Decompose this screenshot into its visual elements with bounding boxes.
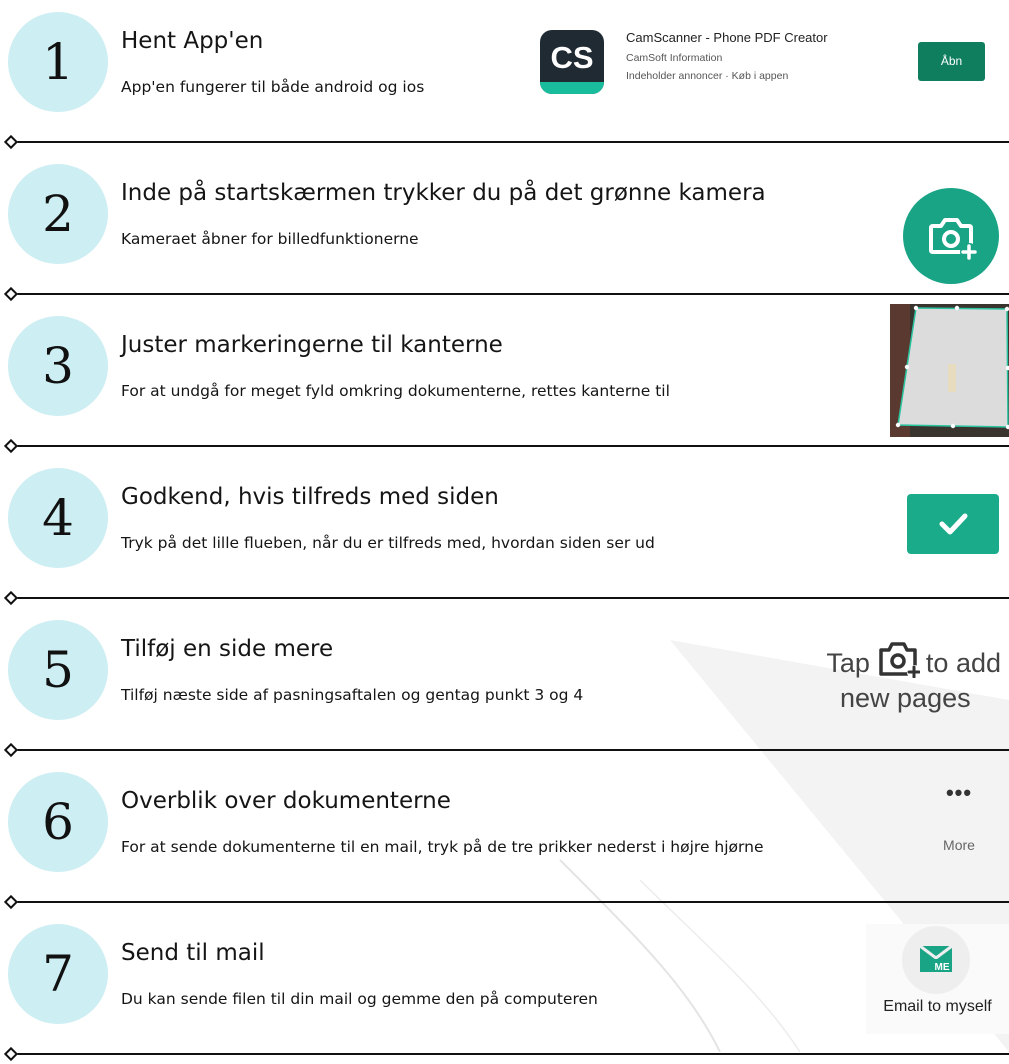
checkmark-icon — [939, 513, 968, 535]
step-divider — [10, 293, 1009, 295]
step-number-circle: 3 — [8, 316, 108, 416]
step-number: 2 — [42, 185, 74, 243]
step-number: 5 — [42, 641, 74, 699]
add-pages-hint: Tap to add — [826, 640, 1001, 685]
step-number-circle: 1 — [8, 12, 108, 112]
step-number-circle: 2 — [8, 164, 108, 264]
step-divider — [10, 445, 1009, 447]
more-label[interactable]: More — [929, 837, 989, 853]
step-2: 2 Inde på startskærmen trykker du på det… — [0, 152, 1009, 304]
step-4: 4 Godkend, hvis tilfreds med siden Tryk … — [0, 456, 1009, 608]
step-number-circle: 7 — [8, 924, 108, 1024]
step-number-circle: 4 — [8, 468, 108, 568]
step-description: For at sende dokumenterne til en mail, t… — [121, 838, 764, 856]
green-camera-button[interactable] — [903, 188, 999, 284]
step-title: Overblik over dokumenterne — [121, 788, 451, 814]
step-divider — [10, 749, 1009, 751]
step-1: 1 Hent App'en App'en fungerer til både a… — [0, 0, 1009, 152]
step-7: 7 Send til mail Du kan sende filen til d… — [0, 912, 1009, 1064]
step-title: Hent App'en — [121, 28, 264, 54]
step-divider — [10, 597, 1009, 599]
step-description: For at undgå for meget fyld omkring doku… — [121, 382, 670, 400]
mail-me-text: ME — [935, 962, 950, 973]
open-app-button[interactable]: Åbn — [918, 42, 985, 81]
camscanner-app-icon[interactable]: CS — [540, 30, 604, 94]
step-6: 6 Overblik over dokumenterne For at send… — [0, 760, 1009, 912]
app-icon-text: CS — [550, 40, 594, 75]
step-number-circle: 5 — [8, 620, 108, 720]
email-to-myself-action[interactable]: ME Email to myself — [866, 924, 1009, 1034]
email-to-myself-label: Email to myself — [883, 998, 992, 1015]
hint-tap-text: Tap — [826, 648, 870, 678]
step-number: 3 — [42, 337, 74, 395]
step-number: 6 — [42, 793, 74, 851]
more-dots-icon[interactable]: ••• — [939, 780, 979, 806]
app-name: CamScanner - Phone PDF Creator — [626, 30, 828, 45]
step-number: 4 — [42, 489, 74, 547]
app-meta: Indeholder annoncer · Køb i appen — [626, 70, 789, 82]
step-description: Tryk på det lille flueben, når du er til… — [121, 534, 655, 552]
camera-plus-icon — [929, 218, 978, 261]
step-divider — [10, 901, 1009, 903]
camera-plus-icon — [876, 640, 921, 685]
step-divider — [10, 141, 1009, 143]
step-description: App'en fungerer til både android og ios — [121, 78, 425, 96]
app-developer: CamSoft Information — [626, 52, 723, 64]
step-title: Tilføj en side mere — [121, 636, 334, 662]
step-title: Juster markeringerne til kanterne — [121, 332, 503, 358]
document-crop-photo — [890, 304, 1009, 437]
step-description: Du kan sende filen til din mail og gemme… — [121, 990, 598, 1008]
confirm-check-button[interactable] — [907, 494, 999, 554]
hint-to-add-text: to add — [925, 648, 1001, 678]
step-title: Inde på startskærmen trykker du på det g… — [121, 180, 766, 206]
step-3: 3 Juster markeringerne til kanterne For … — [0, 304, 1009, 456]
step-title: Send til mail — [121, 940, 265, 966]
step-title: Godkend, hvis tilfreds med siden — [121, 484, 499, 510]
email-icon-circle: ME — [902, 926, 970, 994]
step-divider — [10, 1053, 1009, 1055]
app-icon-accent — [540, 82, 604, 94]
step-5: 5 Tilføj en side mere Tilføj næste side … — [0, 608, 1009, 760]
step-description: Tilføj næste side af pasningsaftalen og … — [121, 686, 584, 704]
hint-new-pages-text: new pages — [840, 683, 971, 713]
step-description: Kameraet åbner for billedfunktionerne — [121, 230, 419, 248]
step-number-circle: 6 — [8, 772, 108, 872]
mail-me-icon: ME — [919, 944, 953, 973]
step-number: 7 — [42, 945, 74, 1003]
step-number: 1 — [42, 33, 74, 91]
